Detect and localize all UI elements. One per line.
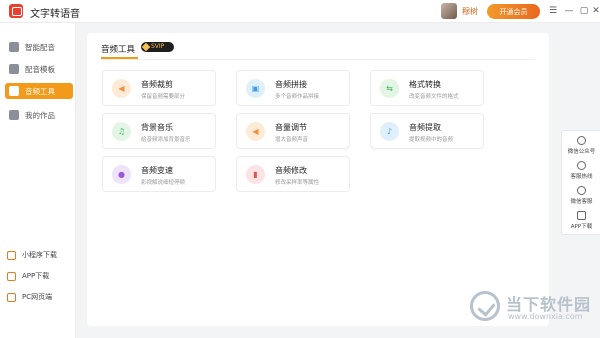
pc-web-link[interactable]: PC网页端 <box>7 291 52 303</box>
extract-icon: ♪ <box>380 122 399 141</box>
scissors-icon: ◀ <box>112 79 131 98</box>
tool-desc: 提取视频中的音频 <box>409 137 454 143</box>
sidebar: 智能配音 配音模板 音频工具 我的作品 小程序下载 APP下载 PC网页端 <box>0 23 76 338</box>
tool-title: 音频裁剪 <box>141 80 173 89</box>
tool-desc: 修改采样率等属性 <box>275 180 320 186</box>
app-title: 文字转语音 <box>30 9 80 20</box>
vip-button-label: 开通会员 <box>499 7 528 16</box>
tool-desc: 多个音频作品拼接 <box>275 94 320 100</box>
app-download-label: APP下载 <box>22 272 50 280</box>
monitor-icon <box>7 292 16 302</box>
tool-card-audio-speed[interactable]: ● 音频变速 影视解说细短停顿 <box>102 156 216 192</box>
sidebar-item-label: 音频工具 <box>25 86 55 96</box>
audio-tools-panel: 音频工具 SVIP ◀ 音频裁剪 保留音频需要部分 ▣ 音频拼接 多个音频作品拼… <box>87 33 549 326</box>
watermark-url: www.downxia.com <box>508 312 583 321</box>
phone-call-icon <box>577 161 586 170</box>
music-icon: ♫ <box>112 122 131 141</box>
tool-card-audio-merge[interactable]: ▣ 音频拼接 多个音频作品拼接 <box>236 70 350 106</box>
volume-icon: ◀ <box>246 122 265 141</box>
rightbar-label: 客服热线 <box>570 174 593 180</box>
tool-desc: 增大音频声音 <box>275 137 309 143</box>
svip-badge: SVIP <box>141 42 174 52</box>
pc-web-label: PC网页端 <box>22 293 53 301</box>
tool-card-audio-modify[interactable]: ▮ 音频修改 修改采样率等属性 <box>236 156 350 192</box>
app-logo-icon <box>9 4 23 18</box>
tool-title: 格式转换 <box>409 80 441 89</box>
sidebar-item-label: 智能配音 <box>25 42 55 52</box>
rightbar-label: APP下载 <box>570 224 593 230</box>
rightbar-label: 微信客服 <box>570 199 593 205</box>
right-service-bar: 微信公众号 客服热线 微信客服 APP下载 <box>561 130 600 235</box>
tool-card-audio-extract[interactable]: ♪ 音频提取 提取视频中的音频 <box>370 113 484 149</box>
merge-icon: ▣ <box>246 79 265 98</box>
wechat-service-button[interactable]: 微信客服 <box>562 186 600 205</box>
username[interactable]: 穆树 <box>462 6 478 17</box>
title-bar: 文字转语音 穆树 开通会员 ☰ — ▢ ✕ <box>0 0 600 23</box>
miniapp-icon <box>7 250 16 260</box>
sidebar-item-my-works[interactable]: 我的作品 <box>5 107 73 123</box>
watermark: 当下软件园 www.downxia.com <box>470 288 592 328</box>
app-download-link[interactable]: APP下载 <box>7 270 49 282</box>
tool-title: 音量调节 <box>275 123 307 132</box>
customer-hotline-button[interactable]: 客服热线 <box>562 161 600 180</box>
sidebar-item-templates[interactable]: 配音模板 <box>5 61 73 77</box>
tool-title: 音频变速 <box>141 166 173 175</box>
convert-icon: ⇆ <box>380 79 399 98</box>
miniapp-download-label: 小程序下载 <box>22 251 57 259</box>
maximize-icon[interactable]: ▢ <box>577 3 591 19</box>
tool-card-format-convert[interactable]: ⇆ 格式转换 改变音频文件的格式 <box>370 70 484 106</box>
mic-icon <box>9 42 19 52</box>
template-icon <box>9 64 19 74</box>
wechat-official-account-button[interactable]: 微信公众号 <box>562 136 600 155</box>
open-vip-button[interactable]: 开通会员 <box>487 4 540 19</box>
bars-icon: ▮ <box>246 165 265 184</box>
tool-desc: 保留音频需要部分 <box>141 94 186 100</box>
folder-icon <box>9 86 19 96</box>
tool-card-volume-adjust[interactable]: ◀ 音量调节 增大音频声音 <box>236 113 350 149</box>
miniapp-download-link[interactable]: 小程序下载 <box>7 249 57 261</box>
sidebar-item-label: 配音模板 <box>25 64 55 74</box>
app-download-button[interactable]: APP下载 <box>562 211 600 230</box>
tool-title: 音频拼接 <box>275 80 307 89</box>
tool-desc: 影视解说细短停顿 <box>141 180 186 186</box>
minimize-icon[interactable]: — <box>562 3 576 19</box>
speed-icon: ● <box>112 165 131 184</box>
app-icon <box>577 211 586 220</box>
wechat-icon <box>577 136 586 145</box>
phone-icon <box>7 271 16 281</box>
tab-audio-tools[interactable]: 音频工具 <box>101 43 135 55</box>
tool-card-audio-cut[interactable]: ◀ 音频裁剪 保留音频需要部分 <box>102 70 216 106</box>
chat-icon <box>577 186 586 195</box>
tool-desc: 给音频添加背景音乐 <box>141 137 191 143</box>
tab-underline <box>101 57 138 59</box>
menu-icon[interactable]: ☰ <box>546 3 560 19</box>
close-icon[interactable]: ✕ <box>592 3 600 19</box>
rightbar-label: 微信公众号 <box>567 149 596 155</box>
works-icon <box>9 110 19 120</box>
divider <box>101 59 535 60</box>
tool-desc: 改变音频文件的格式 <box>409 94 459 100</box>
tool-title: 音频提取 <box>409 123 441 132</box>
sidebar-item-audio-tools[interactable]: 音频工具 <box>5 83 73 99</box>
sidebar-item-label: 我的作品 <box>25 110 55 120</box>
tool-title: 背景音乐 <box>141 123 173 132</box>
tool-title: 音频修改 <box>275 166 307 175</box>
sidebar-item-smart-dubbing[interactable]: 智能配音 <box>5 39 73 55</box>
avatar[interactable] <box>441 3 457 19</box>
watermark-logo-icon <box>470 291 500 321</box>
tool-card-background-music[interactable]: ♫ 背景音乐 给音频添加背景音乐 <box>102 113 216 149</box>
